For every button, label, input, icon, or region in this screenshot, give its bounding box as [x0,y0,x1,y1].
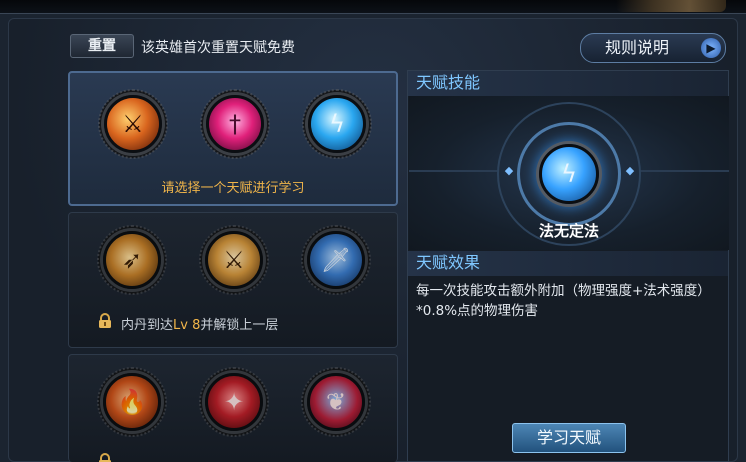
lightning-blade-icon: ϟ [329,110,345,138]
spear-golden-icon: ➶ [121,246,143,274]
left-gem-icon: ◆ [504,164,514,177]
talent-skill-1-3[interactable]: ϟ [302,89,372,159]
talent-skill-2-1[interactable]: ➶ [97,225,167,295]
unlock-suffix: 并解锁上一层 [200,318,279,333]
talent-tier-1: ⚔ † ϟ 请选择一个天赋进行学习 [68,71,398,206]
talent-skill-3-1[interactable]: 🔥 [97,367,167,437]
divider [639,170,729,172]
talent-skill-3-2[interactable]: ✦ [199,367,269,437]
tier-2-unlock-hint: 内丹到达Lv 8并解锁上一层 [121,314,278,333]
divider [409,170,499,172]
tier-1-prompt: 请选择一个天赋进行学习 [161,181,305,196]
talent-tier-2: ➶ ⚔ 🗡 内丹到达Lv 8并解锁上一层 [68,212,398,348]
talent-detail-panel: 天赋技能 ◆ ◆ ϟ 法无定法 天赋效果 每一次技能攻击额外附加（物理强度+法术… [407,70,729,462]
top-ornament [616,0,726,12]
unlock-prefix: 内丹到达 [121,318,174,333]
learn-talent-button[interactable]: 学习天赋 [512,423,626,453]
selected-talent-skill: ϟ [539,144,599,204]
sword-slash-icon: ⚔ [223,246,245,274]
lightning-blade-icon: ϟ [561,160,577,188]
selected-skill-name: 法无定法 [538,222,599,240]
reset-note: 该英雄首次重置天赋免费 [141,40,295,56]
talent-tier-3: 🔥 ✦ ❦ [68,354,398,462]
effect-section-title: 天赋效果 [408,251,728,276]
rules-button-label: 规则说明 [605,38,670,57]
blade-fire-icon: ⚔ [122,110,144,138]
talent-skill-2-3[interactable]: 🗡 [301,225,371,295]
talent-skill-1-2[interactable]: † [200,89,270,159]
unlock-level: Lv 8 [173,318,201,333]
talent-skill-1-1[interactable]: ⚔ [98,89,168,159]
lock-icon [99,313,111,328]
skill-showcase: ◆ ◆ ϟ 法无定法 [409,96,729,250]
skill-section-title: 天赋技能 [408,71,728,96]
top-bar [0,0,746,14]
effect-description: 每一次技能攻击额外附加（物理强度+法术强度）*0.8%点的物理伤害 [416,283,711,319]
red-wing-icon: ❦ [325,388,347,416]
right-gem-icon: ◆ [625,164,635,177]
red-strike-icon: ✦ [223,388,245,416]
talent-skill-3-3[interactable]: ❦ [301,367,371,437]
play-arrow-icon: ▶ [701,38,721,58]
dagger-pink-icon: † [229,110,241,138]
blue-sword-icon: 🗡 [320,246,352,274]
talent-skill-2-2[interactable]: ⚔ [199,225,269,295]
reset-button[interactable]: 重置 [70,34,134,58]
rules-button[interactable]: 规则说明 ▶ [580,33,726,63]
fire-lance-icon: 🔥 [117,388,147,416]
lock-icon [99,453,111,462]
